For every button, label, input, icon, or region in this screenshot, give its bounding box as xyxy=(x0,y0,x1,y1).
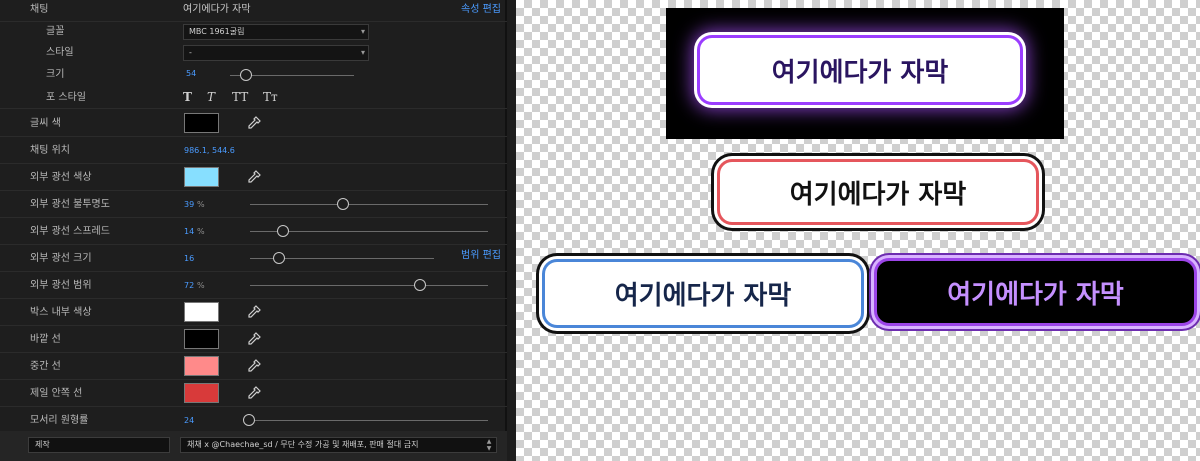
eyedropper-icon[interactable] xyxy=(247,332,261,346)
innermost-line-color-swatch[interactable] xyxy=(184,383,219,403)
text-color-label: 글씨 색 xyxy=(30,118,61,129)
outer-glow-color-row: 외부 광선 색상 xyxy=(0,164,507,191)
outer-glow-spread-value[interactable]: 14 xyxy=(184,218,194,245)
percent-unit: % xyxy=(197,227,205,236)
outer-glow-size-handle[interactable] xyxy=(273,252,285,264)
credit-label-field[interactable]: 제작 xyxy=(28,437,170,453)
credit-label: 제작 xyxy=(35,440,50,449)
innermost-line-row: 제일 안쪽 선 xyxy=(0,380,507,407)
font-label: 글꼴 xyxy=(46,26,65,37)
header-row: 채팅 여기에다가 자막 속성 편집 xyxy=(0,0,507,22)
style-select-value: - xyxy=(189,48,192,57)
style-select[interactable]: - ▾ xyxy=(183,45,369,61)
eyedropper-icon[interactable] xyxy=(247,386,261,400)
credit-row: 제작 채채 x @Chaechae_sd / 무단 수정 가공 및 재배포, 판… xyxy=(0,431,507,461)
size-slider-handle[interactable] xyxy=(240,69,252,81)
preview-canvas: 여기에다가 자막 여기에다가 자막 여기에다가 자막 여기에다가 자막 xyxy=(516,0,1200,461)
italic-style-button[interactable]: T xyxy=(207,86,215,109)
outer-glow-range-row: 외부 광선 범위 72 % xyxy=(0,272,507,299)
outer-glow-opacity-handle[interactable] xyxy=(337,198,349,210)
outer-glow-range-handle[interactable] xyxy=(414,279,426,291)
outer-line-row: 바깥 선 xyxy=(0,326,507,353)
outer-glow-spread-handle[interactable] xyxy=(277,225,289,237)
middle-line-row: 중간 선 xyxy=(0,353,507,380)
corner-roundness-label: 모서리 원형률 xyxy=(30,415,89,426)
style-row: 스타일 - ▾ xyxy=(0,42,507,64)
font-select[interactable]: MBC 1961굴림 ▾ xyxy=(183,24,369,40)
size-label: 크기 xyxy=(46,69,65,80)
outer-glow-opacity-label: 외부 광선 불투명도 xyxy=(30,199,110,210)
outer-glow-opacity-track[interactable] xyxy=(250,204,488,205)
innermost-line-label: 제일 안쪽 선 xyxy=(30,388,83,399)
outer-glow-color-label: 외부 광선 색상 xyxy=(30,172,92,183)
size-row: 크기 54 xyxy=(0,64,507,86)
font-style-row: 포 스타일 T T TT Tт xyxy=(0,86,507,109)
edit-range-link[interactable]: 범위 편집 xyxy=(461,245,501,267)
eyedropper-icon[interactable] xyxy=(247,305,261,319)
position-value[interactable]: 986.1, 544.6 xyxy=(184,137,235,164)
corner-roundness-row: 모서리 원형률 24 xyxy=(0,407,507,434)
eyedropper-icon[interactable] xyxy=(247,170,261,184)
middle-line-label: 중간 선 xyxy=(30,361,61,372)
outer-glow-range-value[interactable]: 72 xyxy=(184,272,194,299)
font-style-label: 포 스타일 xyxy=(46,92,86,103)
bold-style-button[interactable]: T xyxy=(183,86,192,109)
position-row: 채팅 위치 986.1, 544.6 xyxy=(0,137,507,164)
credit-text-field[interactable]: 채채 x @Chaechae_sd / 무단 수정 가공 및 재배포, 판매 절… xyxy=(180,437,497,453)
outer-line-label: 바깥 선 xyxy=(30,334,61,345)
outer-glow-range-track[interactable] xyxy=(250,285,488,286)
subtitle-preview-red: 여기에다가 자막 xyxy=(720,162,1036,222)
edit-properties-link[interactable]: 속성 편집 xyxy=(461,0,501,20)
outer-glow-size-row: 외부 광선 크기 16 범위 편집 xyxy=(0,245,507,272)
subtitle-preview-purple: 여기에다가 자막 xyxy=(877,261,1194,323)
box-inner-color-swatch[interactable] xyxy=(184,302,219,322)
chevron-down-icon: ▾ xyxy=(360,48,365,57)
outer-glow-color-swatch[interactable] xyxy=(184,167,219,187)
header-title: 채팅 xyxy=(30,4,49,15)
box-inner-color-label: 박스 내부 색상 xyxy=(30,307,92,318)
credit-text: 채채 x @Chaechae_sd / 무단 수정 가공 및 재배포, 판매 절… xyxy=(187,440,419,449)
middle-line-color-swatch[interactable] xyxy=(184,356,219,376)
outer-glow-opacity-row: 외부 광선 불투명도 39 % xyxy=(0,191,507,218)
all-caps-button[interactable]: TT xyxy=(232,86,248,109)
small-caps-button[interactable]: Tт xyxy=(263,86,278,109)
style-label: 스타일 xyxy=(46,47,74,58)
percent-unit: % xyxy=(197,200,205,209)
outer-glow-range-label: 외부 광선 범위 xyxy=(30,280,92,291)
outer-glow-size-value[interactable]: 16 xyxy=(184,245,194,272)
outer-glow-spread-label: 외부 광선 스프레드 xyxy=(30,226,110,237)
subtitle-preview-blue: 여기에다가 자막 xyxy=(545,262,861,325)
size-value[interactable]: 54 xyxy=(186,64,196,84)
corner-roundness-value[interactable]: 24 xyxy=(184,407,194,434)
header-subtitle: 여기에다가 자막 xyxy=(183,4,251,15)
outer-glow-spread-row: 외부 광선 스프레드 14 % xyxy=(0,218,507,245)
outer-glow-size-label: 외부 광선 크기 xyxy=(30,253,92,264)
eyedropper-icon[interactable] xyxy=(247,116,261,130)
corner-roundness-track[interactable] xyxy=(244,420,488,421)
text-color-row: 글씨 색 xyxy=(0,110,507,137)
text-color-swatch[interactable] xyxy=(184,113,219,133)
chevron-down-icon: ▾ xyxy=(360,27,365,36)
font-select-value: MBC 1961굴림 xyxy=(189,27,245,36)
eyedropper-icon[interactable] xyxy=(247,359,261,373)
subtitle-preview-glow: 여기에다가 자막 xyxy=(700,38,1020,102)
position-label: 채팅 위치 xyxy=(30,145,70,156)
spinner-arrows-icon[interactable]: ▲ ▼ xyxy=(485,438,493,452)
box-inner-color-row: 박스 내부 색상 xyxy=(0,299,507,326)
font-row: 글꼴 MBC 1961굴림 ▾ xyxy=(0,22,507,42)
percent-unit: % xyxy=(197,281,205,290)
properties-panel: 채팅 여기에다가 자막 속성 편집 글꼴 MBC 1961굴림 ▾ 스타일 - … xyxy=(0,0,507,461)
outer-glow-opacity-value[interactable]: 39 xyxy=(184,191,194,218)
outer-line-color-swatch[interactable] xyxy=(184,329,219,349)
corner-roundness-handle[interactable] xyxy=(243,414,255,426)
